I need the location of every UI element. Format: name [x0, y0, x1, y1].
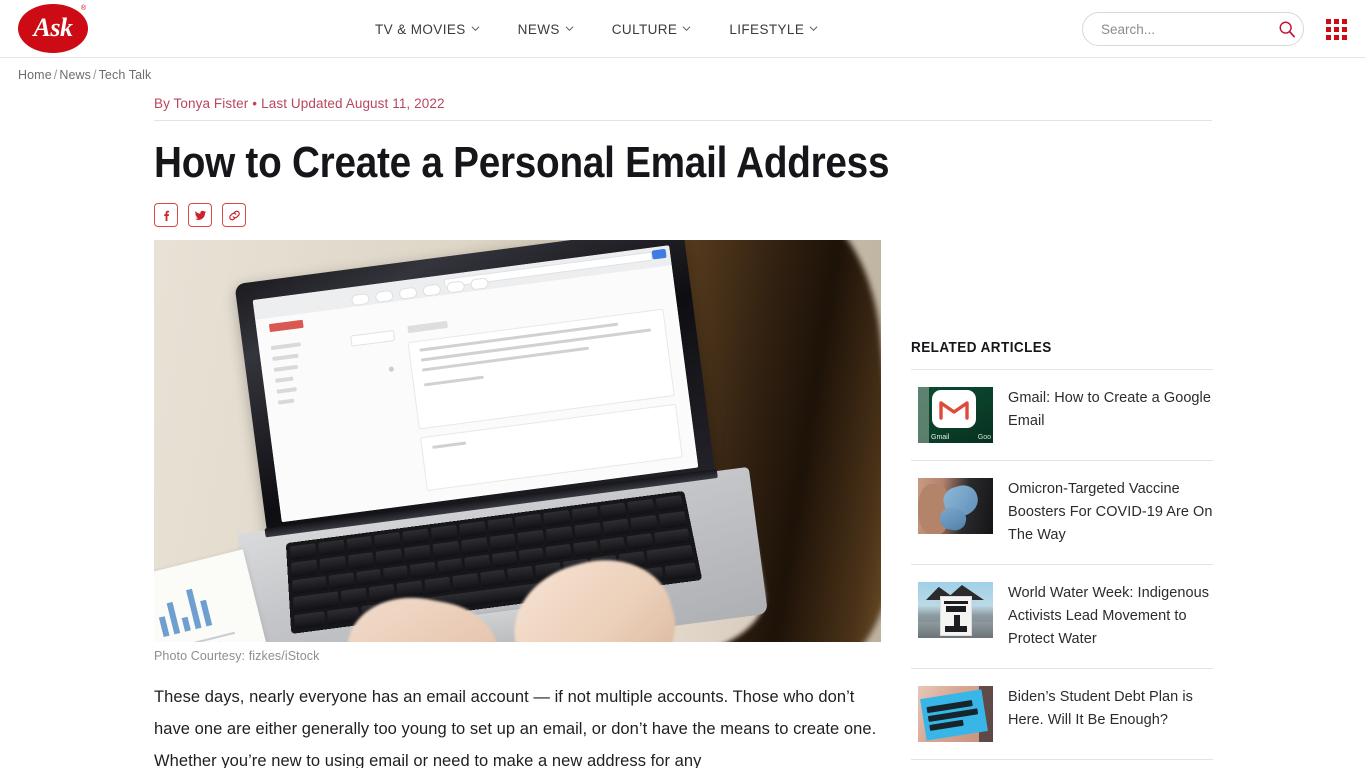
chevron-down-icon	[682, 24, 691, 33]
main-navigation: TV & MOVIES NEWS CULTURE LIFESTYLE	[375, 0, 818, 58]
breadcrumb-separator: /	[53, 68, 58, 82]
nav-item-label: LIFESTYLE	[729, 21, 805, 37]
screen-blue-button	[651, 248, 667, 260]
twitter-share-button[interactable]	[188, 203, 212, 227]
vaccination-photo	[918, 478, 993, 534]
chevron-down-icon	[565, 24, 574, 33]
byline-separator: •	[252, 96, 258, 111]
list-item-title: World Water Week: Indigenous Activists L…	[1008, 585, 1210, 647]
logo-trademark: ®	[80, 5, 86, 12]
nav-item-label: CULTURE	[611, 21, 678, 37]
grid-apps-icon[interactable]	[1326, 19, 1348, 41]
thumb-label-secondary: Goo	[977, 434, 991, 441]
water-protest-sign-photo	[918, 582, 993, 638]
list-item[interactable]: Biden’s Student Debt Plan is Here. Will …	[911, 669, 1213, 760]
search-icon[interactable]	[1278, 20, 1296, 38]
site-header: Ask ® TV & MOVIES NEWS CULTURE LIFESTYLE	[0, 0, 1366, 58]
logo-text: Ask	[33, 12, 73, 42]
breadcrumb-item-news[interactable]: News	[59, 68, 91, 82]
cancel-student-debt-sign-photo	[918, 686, 993, 742]
byline-date: Last Updated August 11, 2022	[261, 96, 445, 111]
search-box[interactable]	[1082, 12, 1304, 46]
hero-image-caption: Photo Courtesy: fizkes/iStock	[154, 649, 320, 663]
hero-laptop	[204, 240, 782, 642]
list-item[interactable]: Omicron-Targeted Vaccine Boosters For CO…	[911, 461, 1213, 565]
related-articles-heading: RELATED ARTICLES	[911, 339, 1052, 356]
facebook-share-button[interactable]	[154, 203, 178, 227]
nav-item-label: NEWS	[517, 21, 560, 37]
list-item-title: Omicron-Targeted Vaccine Boosters For CO…	[1008, 481, 1213, 543]
nav-item-news[interactable]: NEWS	[518, 22, 574, 37]
search-input[interactable]	[1101, 21, 1278, 37]
article-byline: By Tonya Fister • Last Updated August 11, …	[154, 96, 881, 120]
copy-link-button[interactable]	[222, 203, 246, 227]
breadcrumb-separator: /	[92, 68, 97, 82]
page-title: How to Create a Personal Email Address	[154, 138, 890, 187]
gmail-m-icon	[932, 390, 976, 428]
page-body: By Tonya Fister • Last Updated August 11, …	[0, 82, 1366, 768]
breadcrumb-item-home[interactable]: Home	[18, 68, 52, 82]
gmail-app-icon-photo: Gmail Goo	[918, 387, 993, 443]
list-item[interactable]: Megadrought: Why the Feds are Restrictin…	[911, 760, 1213, 768]
nav-item-culture[interactable]: CULTURE	[612, 22, 692, 37]
nav-item-tv-movies[interactable]: TV & MOVIES	[375, 22, 480, 37]
article-body-paragraph: These days, nearly everyone has an email…	[154, 688, 877, 768]
list-item-title: Gmail: How to Create a Google Email	[1008, 390, 1211, 429]
byline-author[interactable]: By Tonya Fister	[154, 96, 248, 111]
list-item-title: Biden’s Student Debt Plan is Here. Will …	[1008, 689, 1193, 728]
chevron-down-icon	[471, 24, 480, 33]
document-bar-chart	[154, 584, 213, 638]
breadcrumb-item-tech-talk[interactable]: Tech Talk	[99, 68, 152, 82]
hero-image	[154, 240, 881, 642]
thumb-label: Gmail	[931, 434, 950, 441]
breadcrumb: Home / News / Tech Talk	[0, 58, 1366, 82]
search-container	[1082, 12, 1304, 46]
nav-item-lifestyle[interactable]: LIFESTYLE	[729, 22, 818, 37]
logo-ellipse: Ask	[18, 4, 88, 53]
nav-item-label: TV & MOVIES	[375, 21, 466, 37]
list-item[interactable]: World Water Week: Indigenous Activists L…	[911, 565, 1213, 669]
list-item[interactable]: Gmail Goo Gmail: How to Create a Google …	[911, 370, 1213, 461]
related-articles-sidebar: RELATED ARTICLES Gmail Goo Gmail: How to…	[911, 96, 1213, 768]
chevron-down-icon	[809, 24, 818, 33]
article-column: By Tonya Fister • Last Updated August 11, …	[154, 96, 1212, 768]
site-logo[interactable]: Ask ®	[18, 4, 88, 54]
share-buttons	[154, 203, 881, 227]
